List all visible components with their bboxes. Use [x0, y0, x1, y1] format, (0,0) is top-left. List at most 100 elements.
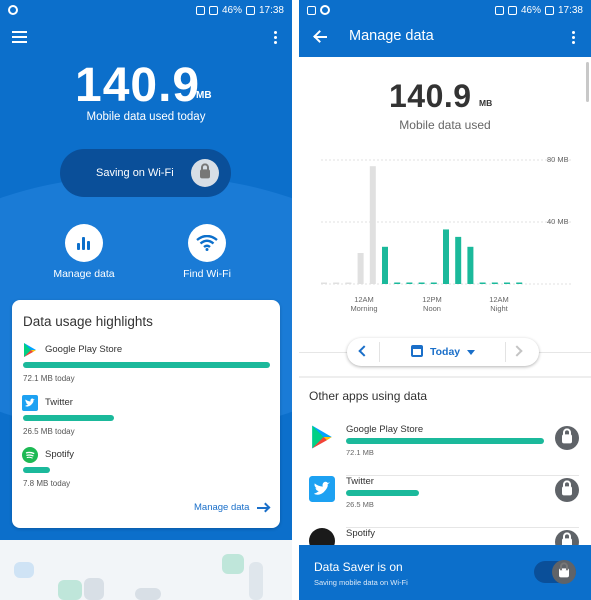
app-amount: 72.1 MB: [346, 448, 374, 457]
calendar-icon: [411, 345, 423, 357]
app-notification-icon: [8, 5, 18, 15]
status-bar: 46% 17:38: [0, 0, 292, 20]
separator: [505, 342, 506, 362]
battery-percent: 46%: [221, 4, 242, 16]
home-screen: 46% 17:38 140.9 MB Mobile data used toda…: [0, 0, 292, 600]
x-tick-time: 12PM: [422, 295, 442, 304]
signal-icon: [507, 5, 517, 15]
date-selector-label: Today: [430, 346, 461, 358]
play-store-icon: [312, 425, 332, 449]
chart-bar: [345, 282, 352, 284]
app-name: Spotify: [346, 528, 376, 539]
chart-bar: [491, 282, 498, 284]
data-saver-toggle[interactable]: [534, 560, 576, 584]
find-wifi-label: Find Wi-Fi: [183, 268, 231, 280]
usage-caption: Mobile data used: [399, 118, 491, 132]
usage-bar: [346, 438, 544, 444]
battery-icon: [544, 5, 554, 15]
scrollbar[interactable]: [586, 62, 589, 102]
hamburger-menu-icon[interactable]: [12, 31, 27, 43]
saving-on-wifi-toggle[interactable]: Saving on Wi-Fi: [60, 149, 231, 197]
lock-app-button[interactable]: [555, 426, 579, 450]
saving-on-wifi-label: Saving on Wi-Fi: [96, 167, 174, 179]
manage-data-label: Manage data: [53, 268, 115, 280]
signal-icon: [208, 5, 218, 15]
wifi-icon: [196, 235, 218, 251]
find-wifi-button[interactable]: [188, 224, 226, 262]
app-name: Twitter: [346, 476, 374, 487]
data-saver-title: Data Saver is on: [314, 560, 403, 574]
bar-chart-icon: [76, 236, 92, 250]
app-list-item[interactable]: Twitter 26.5 MB: [299, 476, 591, 528]
chart-bar: [333, 282, 340, 284]
chart-bar: [479, 282, 486, 284]
usage-bar: [23, 467, 50, 473]
app-name: Google Play Store: [346, 424, 424, 435]
x-tick-time: 12AM: [489, 295, 509, 304]
highlight-amount: 7.8 MB today: [23, 479, 71, 488]
x-tick-period: Night: [490, 304, 508, 313]
x-tick-period: Morning: [350, 304, 377, 313]
chart-bar: [430, 282, 437, 284]
usage-value: 140.9: [75, 59, 201, 112]
section-divider: [299, 376, 591, 378]
app-list-item[interactable]: Google Play Store 72.1 MB: [299, 424, 591, 476]
data-saver-subtitle: Saving mobile data on Wi-Fi: [314, 578, 408, 587]
data-saver-banner: Data Saver is on Saving mobile data on W…: [299, 545, 591, 600]
usage-bar: [346, 490, 419, 496]
app-notification-icon: [320, 5, 330, 15]
data-usage-highlights-card: Data usage highlights Google Play Store …: [12, 300, 280, 528]
twitter-icon: [309, 476, 335, 502]
illustration: [0, 540, 292, 600]
chart-bar: [467, 246, 474, 284]
hourly-usage-chart: 80 MB 40 MB 12AM Morning 12PM Noon 12AM …: [321, 155, 571, 313]
previous-period-icon[interactable]: [358, 345, 370, 357]
chart-bar: [418, 282, 425, 284]
chart-bar: [455, 236, 462, 284]
usage-value: 140.9: [389, 78, 472, 114]
app-bar: 46% 17:38 Manage data: [299, 0, 591, 57]
back-arrow-icon[interactable]: [313, 31, 327, 43]
next-period-icon[interactable]: [511, 345, 523, 357]
alarm-icon: [195, 5, 205, 15]
clock: 17:38: [258, 4, 284, 16]
clock: 17:38: [557, 4, 583, 16]
x-tick-time: 12AM: [354, 295, 374, 304]
y-tick-label: 40 MB: [547, 217, 569, 226]
chart-bar: [369, 166, 376, 284]
separator: [379, 342, 380, 362]
usage-unit: MB: [196, 90, 212, 101]
chart-bar: [321, 282, 327, 284]
manage-data-button[interactable]: [65, 224, 103, 262]
date-selector[interactable]: Today: [347, 338, 539, 366]
overflow-menu-icon[interactable]: [572, 31, 576, 45]
highlight-amount: 72.1 MB today: [23, 374, 75, 383]
manage-data-link[interactable]: Manage data: [194, 502, 249, 513]
card-title: Data usage highlights: [23, 314, 153, 329]
battery-percent: 46%: [520, 4, 541, 16]
chart-bar: [382, 246, 388, 284]
chart-bar: [406, 282, 413, 284]
gallery-icon: [307, 5, 316, 15]
lock-icon: [191, 159, 219, 187]
app-amount: 26.5 MB: [346, 500, 374, 509]
chart-bar: [516, 282, 523, 284]
status-bar: 46% 17:38: [299, 0, 591, 20]
chart-bar: [504, 282, 510, 284]
page-title: Manage data: [349, 28, 434, 44]
highlight-app-name: Google Play Store: [45, 344, 123, 355]
y-tick-label: 80 MB: [547, 155, 569, 164]
section-title: Other apps using data: [309, 389, 428, 403]
spotify-icon: [22, 447, 38, 463]
chart-bar: [443, 229, 449, 284]
x-tick-period: Noon: [423, 304, 441, 313]
lock-app-button[interactable]: [555, 478, 579, 502]
battery-icon: [245, 5, 255, 15]
usage-bar: [23, 415, 114, 421]
usage-unit: MB: [479, 98, 493, 108]
overflow-menu-icon[interactable]: [274, 31, 278, 45]
lock-icon: [552, 560, 576, 584]
alarm-icon: [494, 5, 504, 15]
lock-icon: [562, 428, 572, 444]
arrow-right-icon[interactable]: [257, 503, 269, 512]
